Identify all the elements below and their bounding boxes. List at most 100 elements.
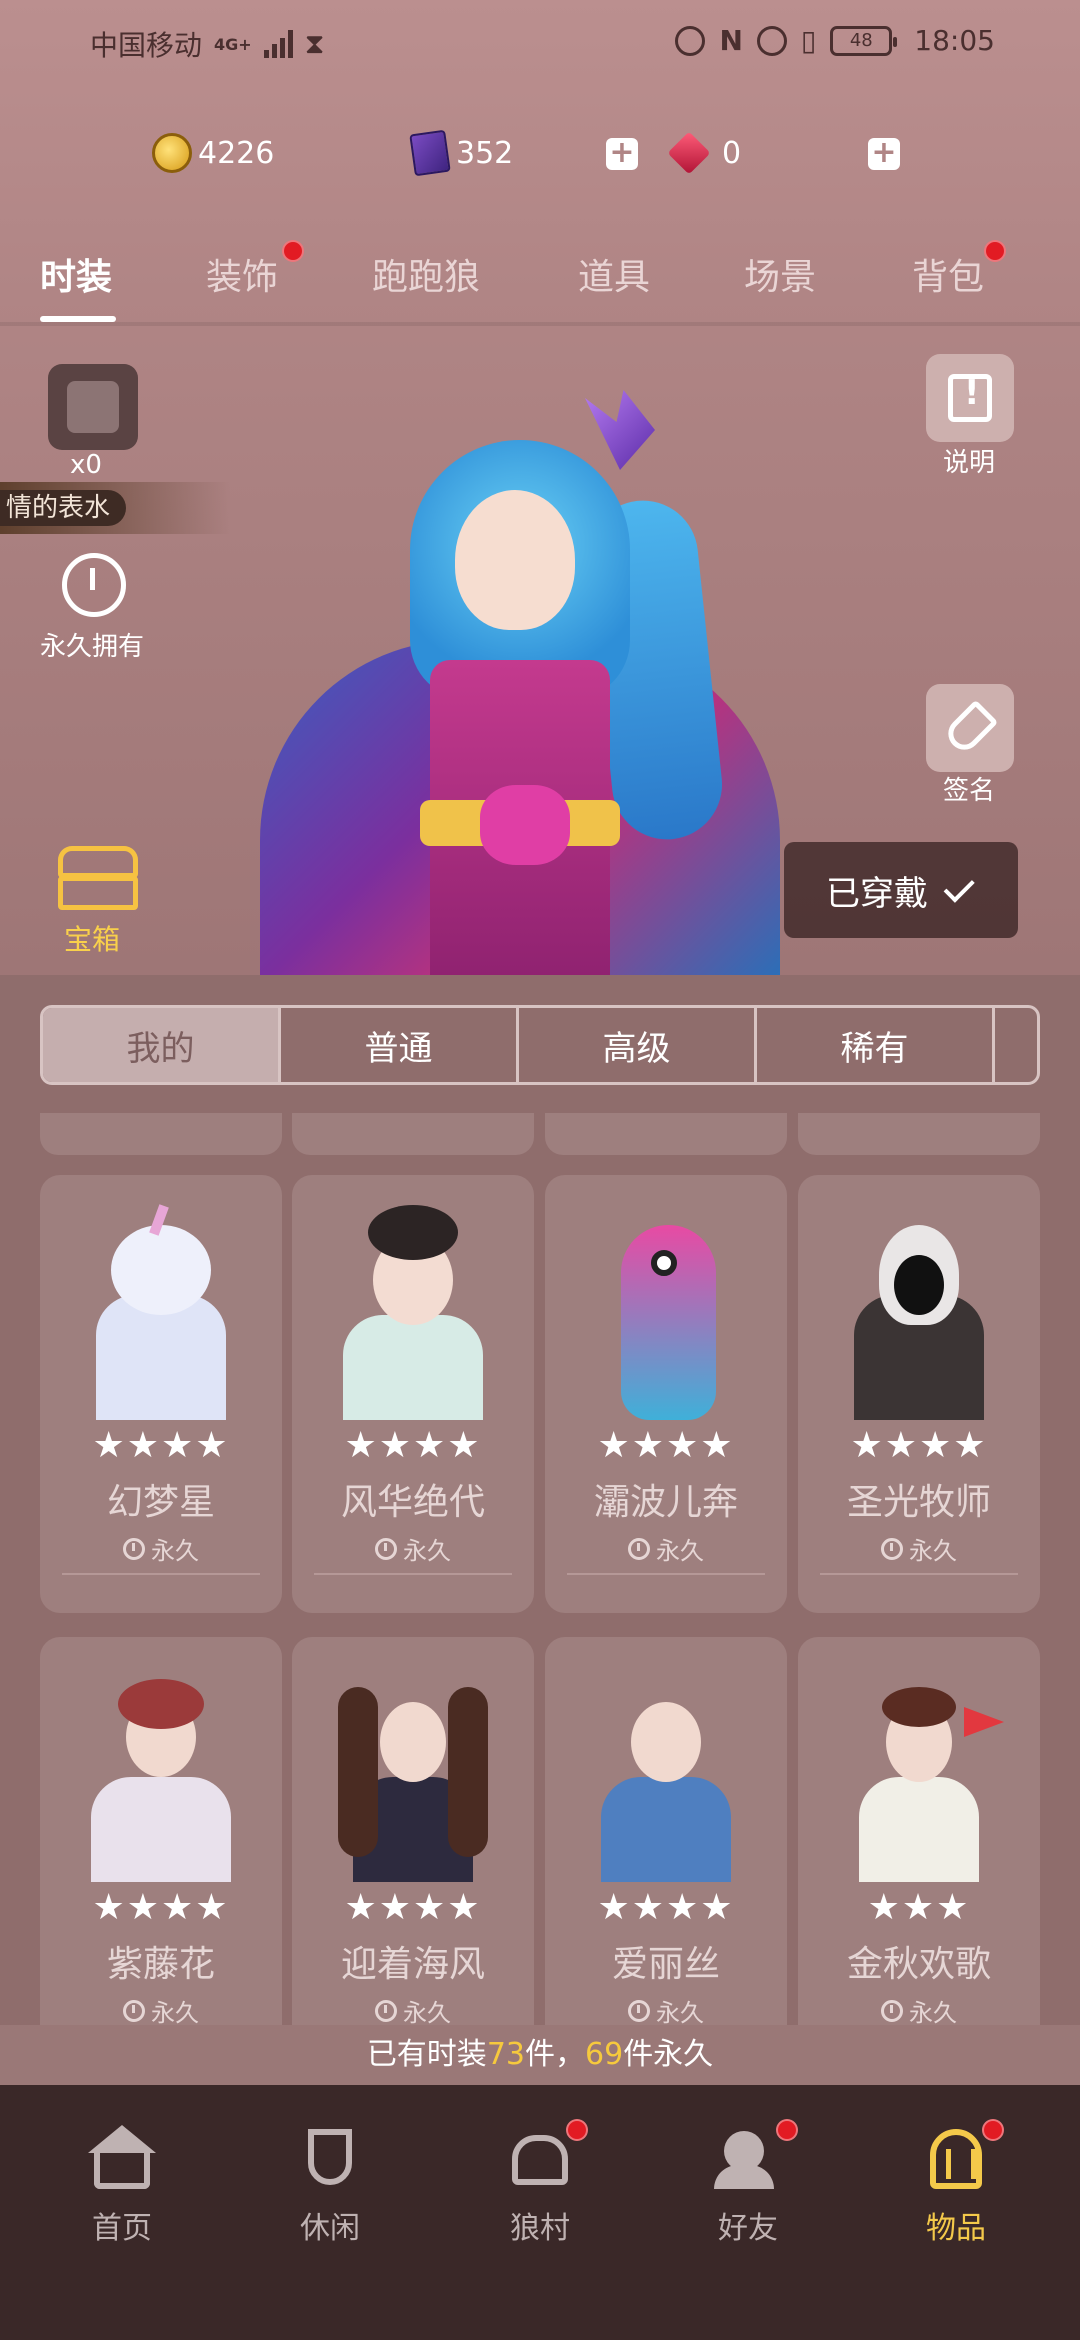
outfit-portrait [328,1205,498,1420]
timer-icon [123,1999,145,2022]
signature-label: 签名 [943,776,996,806]
tab-fashion[interactable]: 时装 [40,248,112,300]
nav-home[interactable]: 首页 [62,2125,182,2275]
tab-backpack[interactable]: 背包 [912,248,984,300]
coin-balance: 4226 [152,128,274,178]
backpack-badge [984,240,1006,262]
nav-leisure[interactable]: 休闲 [270,2125,390,2275]
notice-icon [948,373,992,422]
permanent-clock-icon [50,545,142,625]
add-books-button[interactable]: + [606,138,638,170]
star-rating: ★★★ [867,1887,971,1928]
outfit-portrait [76,1667,246,1882]
timer-icon [375,1537,397,1560]
coin-icon [152,133,192,173]
outfit-portrait [581,1667,751,1882]
tabs-divider [0,322,1080,326]
timer-icon [881,1537,903,1560]
pen-icon [941,699,999,757]
book-icon [409,129,451,177]
outfit-name: 情的表水 [0,490,127,526]
duration: 永久 [40,1993,282,2028]
outfit-card[interactable]: ★★★★ 迎着海风 永久 [292,1637,534,2075]
carrier-label: 中国移动 [90,29,203,62]
instructions-label: 说明 [943,448,996,478]
outfit-card[interactable]: ★★★ 金秋欢歌 永久 [798,1637,1040,2075]
outfit-name-banner: 情的表水 [0,482,230,534]
coin-amount: 4226 [198,135,275,171]
tab-running-wolf[interactable]: 跑跑狼 [372,248,480,300]
filter-common[interactable]: 普通 [281,1008,519,1082]
treasure-chest-label[interactable]: 宝箱 [64,918,120,958]
book-amount: 352 [456,135,514,171]
outfit-card[interactable]: ★★★★ 灞波儿奔 永久 [545,1175,787,1613]
nav-wolf-village[interactable]: 狼村 [480,2119,600,2275]
instructions-button[interactable] [926,354,1014,442]
signature-button[interactable] [926,684,1014,772]
star-rating: ★★★★ [850,1425,988,1466]
duration: 永久 [798,1531,1040,1566]
nfc-icon: N [719,24,743,57]
outfit-card[interactable]: ★★★★ 幻梦星 永久 [40,1175,282,1613]
puzzle-count: x0 [70,450,102,480]
outfit-name: 幻梦星 [106,1482,215,1523]
category-tabs: 时装 装饰 跑跑狼 道具 场景 背包 [0,240,1080,322]
card-peek [798,1113,1040,1155]
filter-advanced[interactable]: 高级 [519,1008,757,1082]
star-rating: ★★★★ [597,1425,735,1466]
friends-icon [710,2125,786,2191]
card-peek [545,1113,787,1155]
filter-mine[interactable]: 我的 [43,1008,281,1082]
outfit-card[interactable]: ★★★★ 风华绝代 永久 [292,1175,534,1613]
collection-summary: 已有时装73件，69件永久 [0,2025,1080,2085]
puzzle-icon [67,381,119,433]
puzzle-piece-button[interactable] [48,364,138,450]
star-rating: ★★★★ [597,1887,735,1928]
tab-scenes[interactable]: 场景 [744,248,816,300]
outfit-name: 金秋欢歌 [846,1944,991,1985]
alarm-icon [756,25,787,56]
outfit-panel: 我的 普通 高级 稀有 ★★★★ 幻梦星 永久 ★★★★ 风华绝代 永久 ★★★… [0,975,1080,2085]
add-gems-button[interactable]: + [868,138,900,170]
wine-glass-icon [292,2125,368,2191]
network-type: 4G+ [214,34,252,54]
worn-status-button[interactable]: 已穿戴 [784,842,1018,938]
book-balance: 352 [409,128,514,178]
treasure-chest-icon[interactable] [58,842,138,912]
filter-more[interactable] [995,1008,1035,1082]
outfit-name: 圣光牧师 [846,1482,991,1523]
character-preview[interactable] [240,380,800,980]
items-badge [982,2119,1004,2141]
star-rating: ★★★★ [92,1425,230,1466]
outfit-card[interactable]: ★★★★ 圣光牧师 永久 [798,1175,1040,1613]
card-peek [292,1113,534,1155]
wolf-village-badge [566,2119,588,2141]
nav-items[interactable]: 物品 [896,2119,1016,2275]
tab-items[interactable]: 道具 [578,248,650,300]
friends-badge [776,2119,798,2141]
outfit-name: 紫藤花 [106,1944,215,1985]
nav-friends[interactable]: 好友 [688,2119,808,2275]
star-rating: ★★★★ [344,1425,482,1466]
star-rating: ★★★★ [92,1887,230,1928]
duration: 永久 [292,1531,534,1566]
decoration-badge [282,240,304,262]
gem-amount: 0 [722,135,742,171]
duration: 永久 [545,1531,787,1566]
card-peek [40,1113,282,1155]
tab-decoration[interactable]: 装饰 [206,248,278,300]
timer-icon [123,1537,145,1560]
timer-icon [628,1537,650,1560]
duration: 永久 [545,1993,787,2028]
gem-icon [667,131,711,175]
star-rating: ★★★★ [344,1887,482,1928]
outfit-card[interactable]: ★★★★ 爱丽丝 永久 [545,1637,787,2075]
timer-icon [881,1999,903,2022]
divider [314,1573,512,1575]
home-icon [84,2125,160,2191]
outfit-card[interactable]: ★★★★ 紫藤花 永久 [40,1637,282,2075]
bottom-navigation: 首页 休闲 狼村 好友 物品 [0,2085,1080,2340]
filter-rare[interactable]: 稀有 [757,1008,995,1082]
worn-label: 已穿戴 [826,873,928,914]
duration: 永久 [292,1993,534,2028]
